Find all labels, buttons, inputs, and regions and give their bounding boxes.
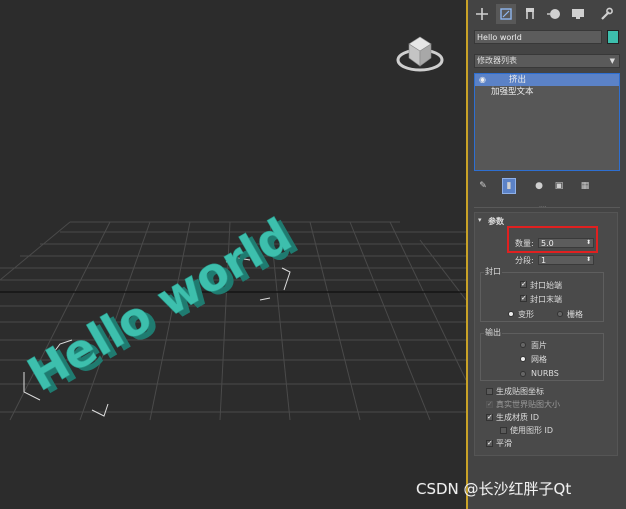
create-icon[interactable] (472, 4, 492, 24)
perspective-viewport[interactable]: Hello world Hello world (0, 0, 468, 509)
modifier-list-label: 修改器列表 (477, 56, 517, 65)
utilities-icon[interactable] (596, 4, 616, 24)
mesh-label: 网格 (531, 355, 547, 364)
show-end-result-icon[interactable]: ▮ (502, 178, 516, 194)
cap-start-checkbox[interactable]: ✓ (520, 281, 527, 288)
object-color-swatch[interactable] (607, 30, 619, 44)
gen-mat-ids-checkbox[interactable]: ✓ (486, 414, 493, 421)
motion-icon[interactable] (544, 4, 564, 24)
mesh-radio[interactable] (520, 356, 526, 362)
segments-spinner[interactable]: 1 ⬍ (538, 255, 594, 265)
grid-label: 栅格 (567, 310, 583, 319)
divider-grip[interactable]: ···· (539, 204, 547, 211)
smooth-checkbox[interactable]: ✓ (486, 440, 493, 447)
grid-radio[interactable] (557, 311, 563, 317)
cap-end-checkbox[interactable]: ✓ (520, 295, 527, 302)
nurbs-radio[interactable] (520, 371, 526, 377)
make-unique-icon[interactable]: ● (532, 178, 546, 194)
stack-item-extrude[interactable]: ◉ 挤出 (475, 74, 619, 86)
trash-icon[interactable]: ▣ (552, 178, 566, 194)
morph-label: 变形 (518, 310, 534, 319)
pin-stack-icon[interactable]: ✎ (476, 178, 490, 194)
stack-item-label: 加强型文本 (491, 87, 534, 97)
spinner-arrows-icon[interactable]: ⬍ (586, 255, 591, 264)
capping-group-label: 封口 (484, 266, 502, 277)
modifier-list-dropdown[interactable]: 修改器列表 ▼ (474, 54, 620, 68)
hierarchy-icon[interactable] (520, 4, 540, 24)
stack-item-text-plus[interactable]: 加强型文本 (475, 86, 619, 98)
modify-icon[interactable] (496, 4, 516, 24)
eye-icon[interactable]: ◉ (479, 74, 486, 86)
configure-modifier-sets-icon[interactable]: ▦ (578, 178, 592, 194)
collapse-arrow-icon[interactable]: ▾ (478, 216, 482, 224)
gen-mapping-label: 生成贴图坐标 (496, 387, 544, 396)
modifier-stack[interactable]: ◉ 挤出 加强型文本 (474, 73, 620, 171)
real-world-checkbox: ✓ (486, 400, 493, 408)
gen-mapping-checkbox[interactable] (486, 388, 493, 395)
cap-start-label: 封口始端 (530, 281, 562, 290)
segments-label: 分段: (515, 256, 534, 265)
use-shape-ids-checkbox[interactable] (500, 427, 507, 434)
smooth-label: 平滑 (496, 439, 512, 448)
stack-item-label: 挤出 (509, 75, 527, 85)
viewport-scene: Hello world Hello world (0, 36, 466, 421)
gen-mat-ids-label: 生成材质 ID (496, 413, 540, 422)
viewcube-icon (396, 36, 444, 72)
cap-end-label: 封口末端 (530, 295, 562, 304)
real-world-label: 真实世界贴图大小 (496, 400, 560, 409)
segments-value: 1 (541, 256, 547, 265)
nurbs-label: NURBS (531, 369, 559, 378)
highlight-box (507, 226, 598, 253)
stack-toolbar: ✎ ▮ ● ▣ ▦ (474, 178, 620, 194)
object-name-field[interactable]: Hello world (474, 30, 602, 44)
output-group-label: 输出 (484, 327, 502, 338)
use-shape-ids-label: 使用图形 ID (510, 426, 554, 435)
display-icon[interactable] (568, 4, 588, 24)
csdn-watermark: CSDN @长沙红胖子Qt (416, 480, 572, 498)
morph-radio[interactable] (508, 311, 514, 317)
rollout-title[interactable]: 参数 (488, 216, 504, 227)
patch-label: 面片 (531, 341, 547, 350)
panel-divider (474, 207, 620, 208)
patch-radio[interactable] (520, 342, 526, 348)
chevron-down-icon: ▼ (609, 57, 615, 65)
